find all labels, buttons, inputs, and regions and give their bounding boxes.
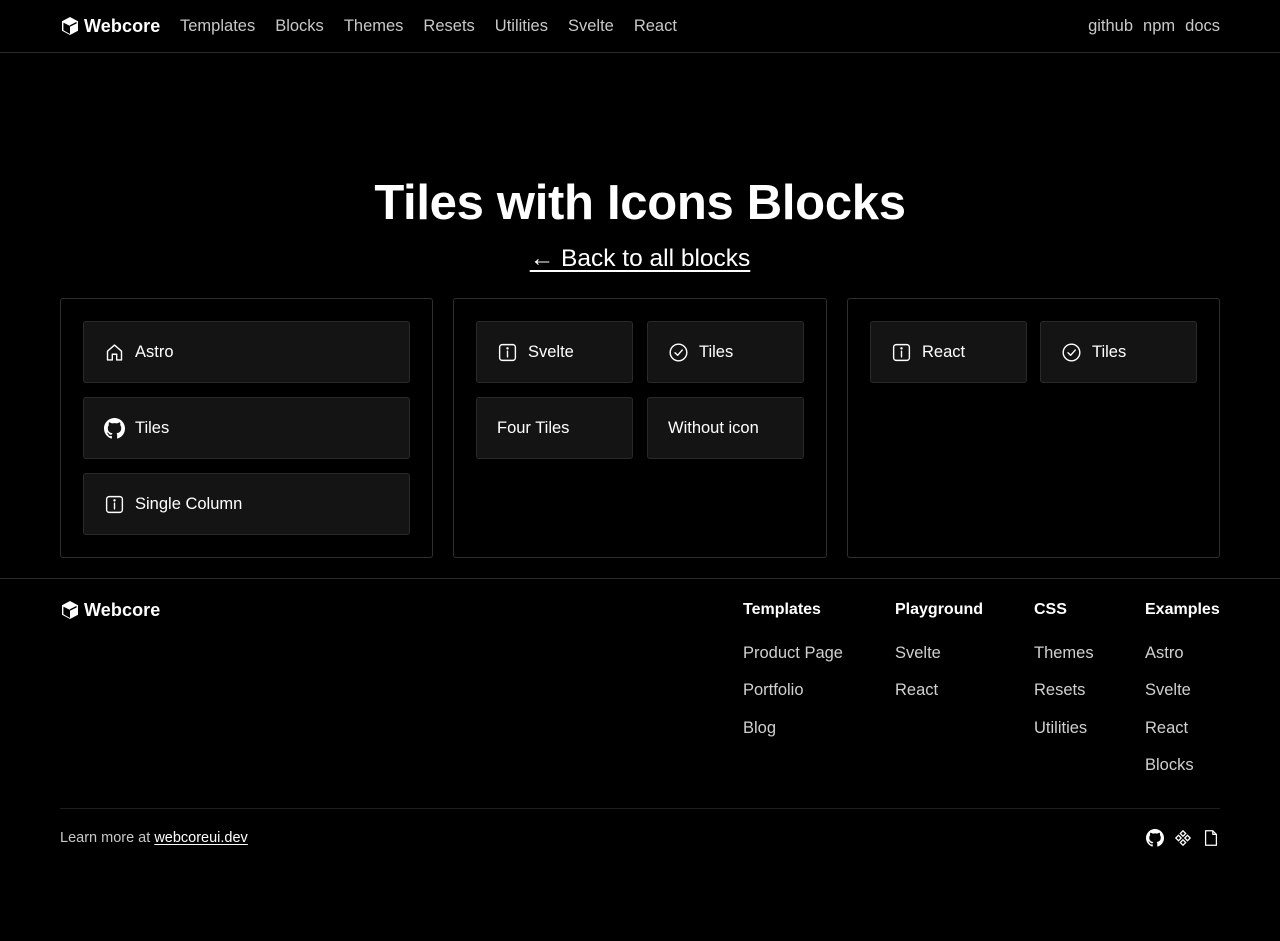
footer-link-resets[interactable]: Resets bbox=[1034, 679, 1094, 701]
tile-label: Four Tiles bbox=[497, 418, 570, 437]
npm-icon[interactable] bbox=[1174, 828, 1192, 848]
home-icon bbox=[104, 342, 125, 363]
footer-column-examples: Examples Astro Svelte React Blocks bbox=[1145, 599, 1220, 791]
footer-column-playground: Playground Svelte React bbox=[895, 599, 983, 717]
footer-column-templates: Templates Product Page Portfolio Blog bbox=[743, 599, 843, 754]
info-icon bbox=[497, 342, 518, 363]
header-logo[interactable]: Webcore bbox=[60, 15, 160, 37]
footer-column-css: CSS Themes Resets Utilities bbox=[1034, 599, 1094, 754]
docs-icon[interactable] bbox=[1202, 828, 1220, 848]
page-title: Tiles with Icons Blocks bbox=[374, 176, 906, 230]
tile-label: Tiles bbox=[135, 418, 170, 437]
tile-four-tiles[interactable]: Four Tiles bbox=[476, 397, 633, 459]
learn-more-text: Learn more at webcoreui.dev bbox=[60, 828, 248, 848]
footer-divider bbox=[0, 578, 1280, 579]
footer-link-svelte[interactable]: Svelte bbox=[895, 642, 983, 664]
tile-label: Tiles bbox=[699, 342, 734, 361]
tile-tiles[interactable]: Tiles bbox=[83, 397, 410, 459]
footer-link-astro[interactable]: Astro bbox=[1145, 642, 1220, 664]
footer-link-blog[interactable]: Blog bbox=[743, 717, 843, 739]
nav-utilities[interactable]: Utilities bbox=[495, 15, 548, 37]
nav-github[interactable]: github bbox=[1088, 15, 1133, 37]
footer-link-product-page[interactable]: Product Page bbox=[743, 642, 843, 664]
tile-tiles[interactable]: Tiles bbox=[647, 321, 804, 383]
tile-label: Tiles bbox=[1092, 342, 1127, 361]
footer-link-portfolio[interactable]: Portfolio bbox=[743, 679, 843, 701]
site-header: Webcore Templates Blocks Themes Resets U… bbox=[0, 0, 1280, 53]
secondary-nav: github npm docs bbox=[1088, 15, 1220, 37]
tiles-panel-four-tiles: Svelte Tiles Four Tiles Without icon bbox=[453, 298, 827, 558]
footer-column-title: CSS bbox=[1034, 601, 1067, 618]
footer-logo-text: Webcore bbox=[84, 599, 161, 620]
nav-blocks[interactable]: Blocks bbox=[275, 15, 324, 37]
webcoreui-link[interactable]: webcoreui.dev bbox=[154, 830, 248, 846]
tile-svelte[interactable]: Svelte bbox=[476, 321, 633, 383]
footer-logo[interactable]: Webcore bbox=[60, 599, 160, 621]
info-icon bbox=[104, 494, 125, 515]
check-circle-icon bbox=[668, 342, 689, 363]
footer-link-themes[interactable]: Themes bbox=[1034, 642, 1094, 664]
back-link-container: ← Back to all blocks bbox=[0, 242, 1280, 276]
info-icon bbox=[891, 342, 912, 363]
tile-astro[interactable]: Astro bbox=[83, 321, 410, 383]
nav-svelte[interactable]: Svelte bbox=[568, 15, 614, 37]
tiles-panel-react: React Tiles bbox=[847, 298, 1220, 558]
tile-tiles[interactable]: Tiles bbox=[1040, 321, 1197, 383]
footer-column-title: Examples bbox=[1145, 601, 1220, 618]
nav-resets[interactable]: Resets bbox=[423, 15, 474, 37]
github-icon bbox=[104, 417, 125, 439]
footer-bottom-divider bbox=[60, 808, 1220, 809]
footer-link-react[interactable]: React bbox=[1145, 717, 1220, 739]
learn-more-prefix: Learn more at bbox=[60, 830, 151, 846]
back-to-blocks-link[interactable]: ← Back to all blocks bbox=[530, 245, 751, 272]
nav-npm[interactable]: npm bbox=[1143, 15, 1175, 37]
header-logo-text: Webcore bbox=[84, 15, 161, 36]
github-icon[interactable] bbox=[1146, 828, 1164, 848]
tile-label: Without icon bbox=[668, 418, 759, 437]
footer-link-blocks[interactable]: Blocks bbox=[1145, 754, 1220, 776]
tile-react[interactable]: React bbox=[870, 321, 1027, 383]
nav-react[interactable]: React bbox=[634, 15, 677, 37]
tile-single-column[interactable]: Single Column bbox=[83, 473, 410, 535]
main-nav: Templates Blocks Themes Resets Utilities… bbox=[180, 15, 677, 37]
check-circle-icon bbox=[1061, 342, 1082, 363]
social-links bbox=[1146, 828, 1220, 848]
tile-label: Svelte bbox=[528, 342, 574, 361]
nav-templates[interactable]: Templates bbox=[180, 15, 255, 37]
tile-label: Astro bbox=[135, 342, 174, 361]
tile-label: Single Column bbox=[135, 494, 243, 513]
tile-label: React bbox=[922, 342, 966, 361]
footer-column-title: Templates bbox=[743, 601, 821, 618]
nav-docs[interactable]: docs bbox=[1185, 15, 1220, 37]
footer-link-react[interactable]: React bbox=[895, 679, 983, 701]
footer-link-svelte[interactable]: Svelte bbox=[1145, 679, 1220, 701]
tiles-panel-single-column: Astro Tiles Single Column bbox=[60, 298, 433, 558]
footer-column-title: Playground bbox=[895, 601, 984, 618]
footer-link-utilities[interactable]: Utilities bbox=[1034, 717, 1094, 739]
nav-themes[interactable]: Themes bbox=[344, 15, 404, 37]
tile-without-icon[interactable]: Without icon bbox=[647, 397, 804, 459]
cube-logo-icon bbox=[60, 600, 80, 620]
cube-logo-icon bbox=[60, 16, 80, 36]
